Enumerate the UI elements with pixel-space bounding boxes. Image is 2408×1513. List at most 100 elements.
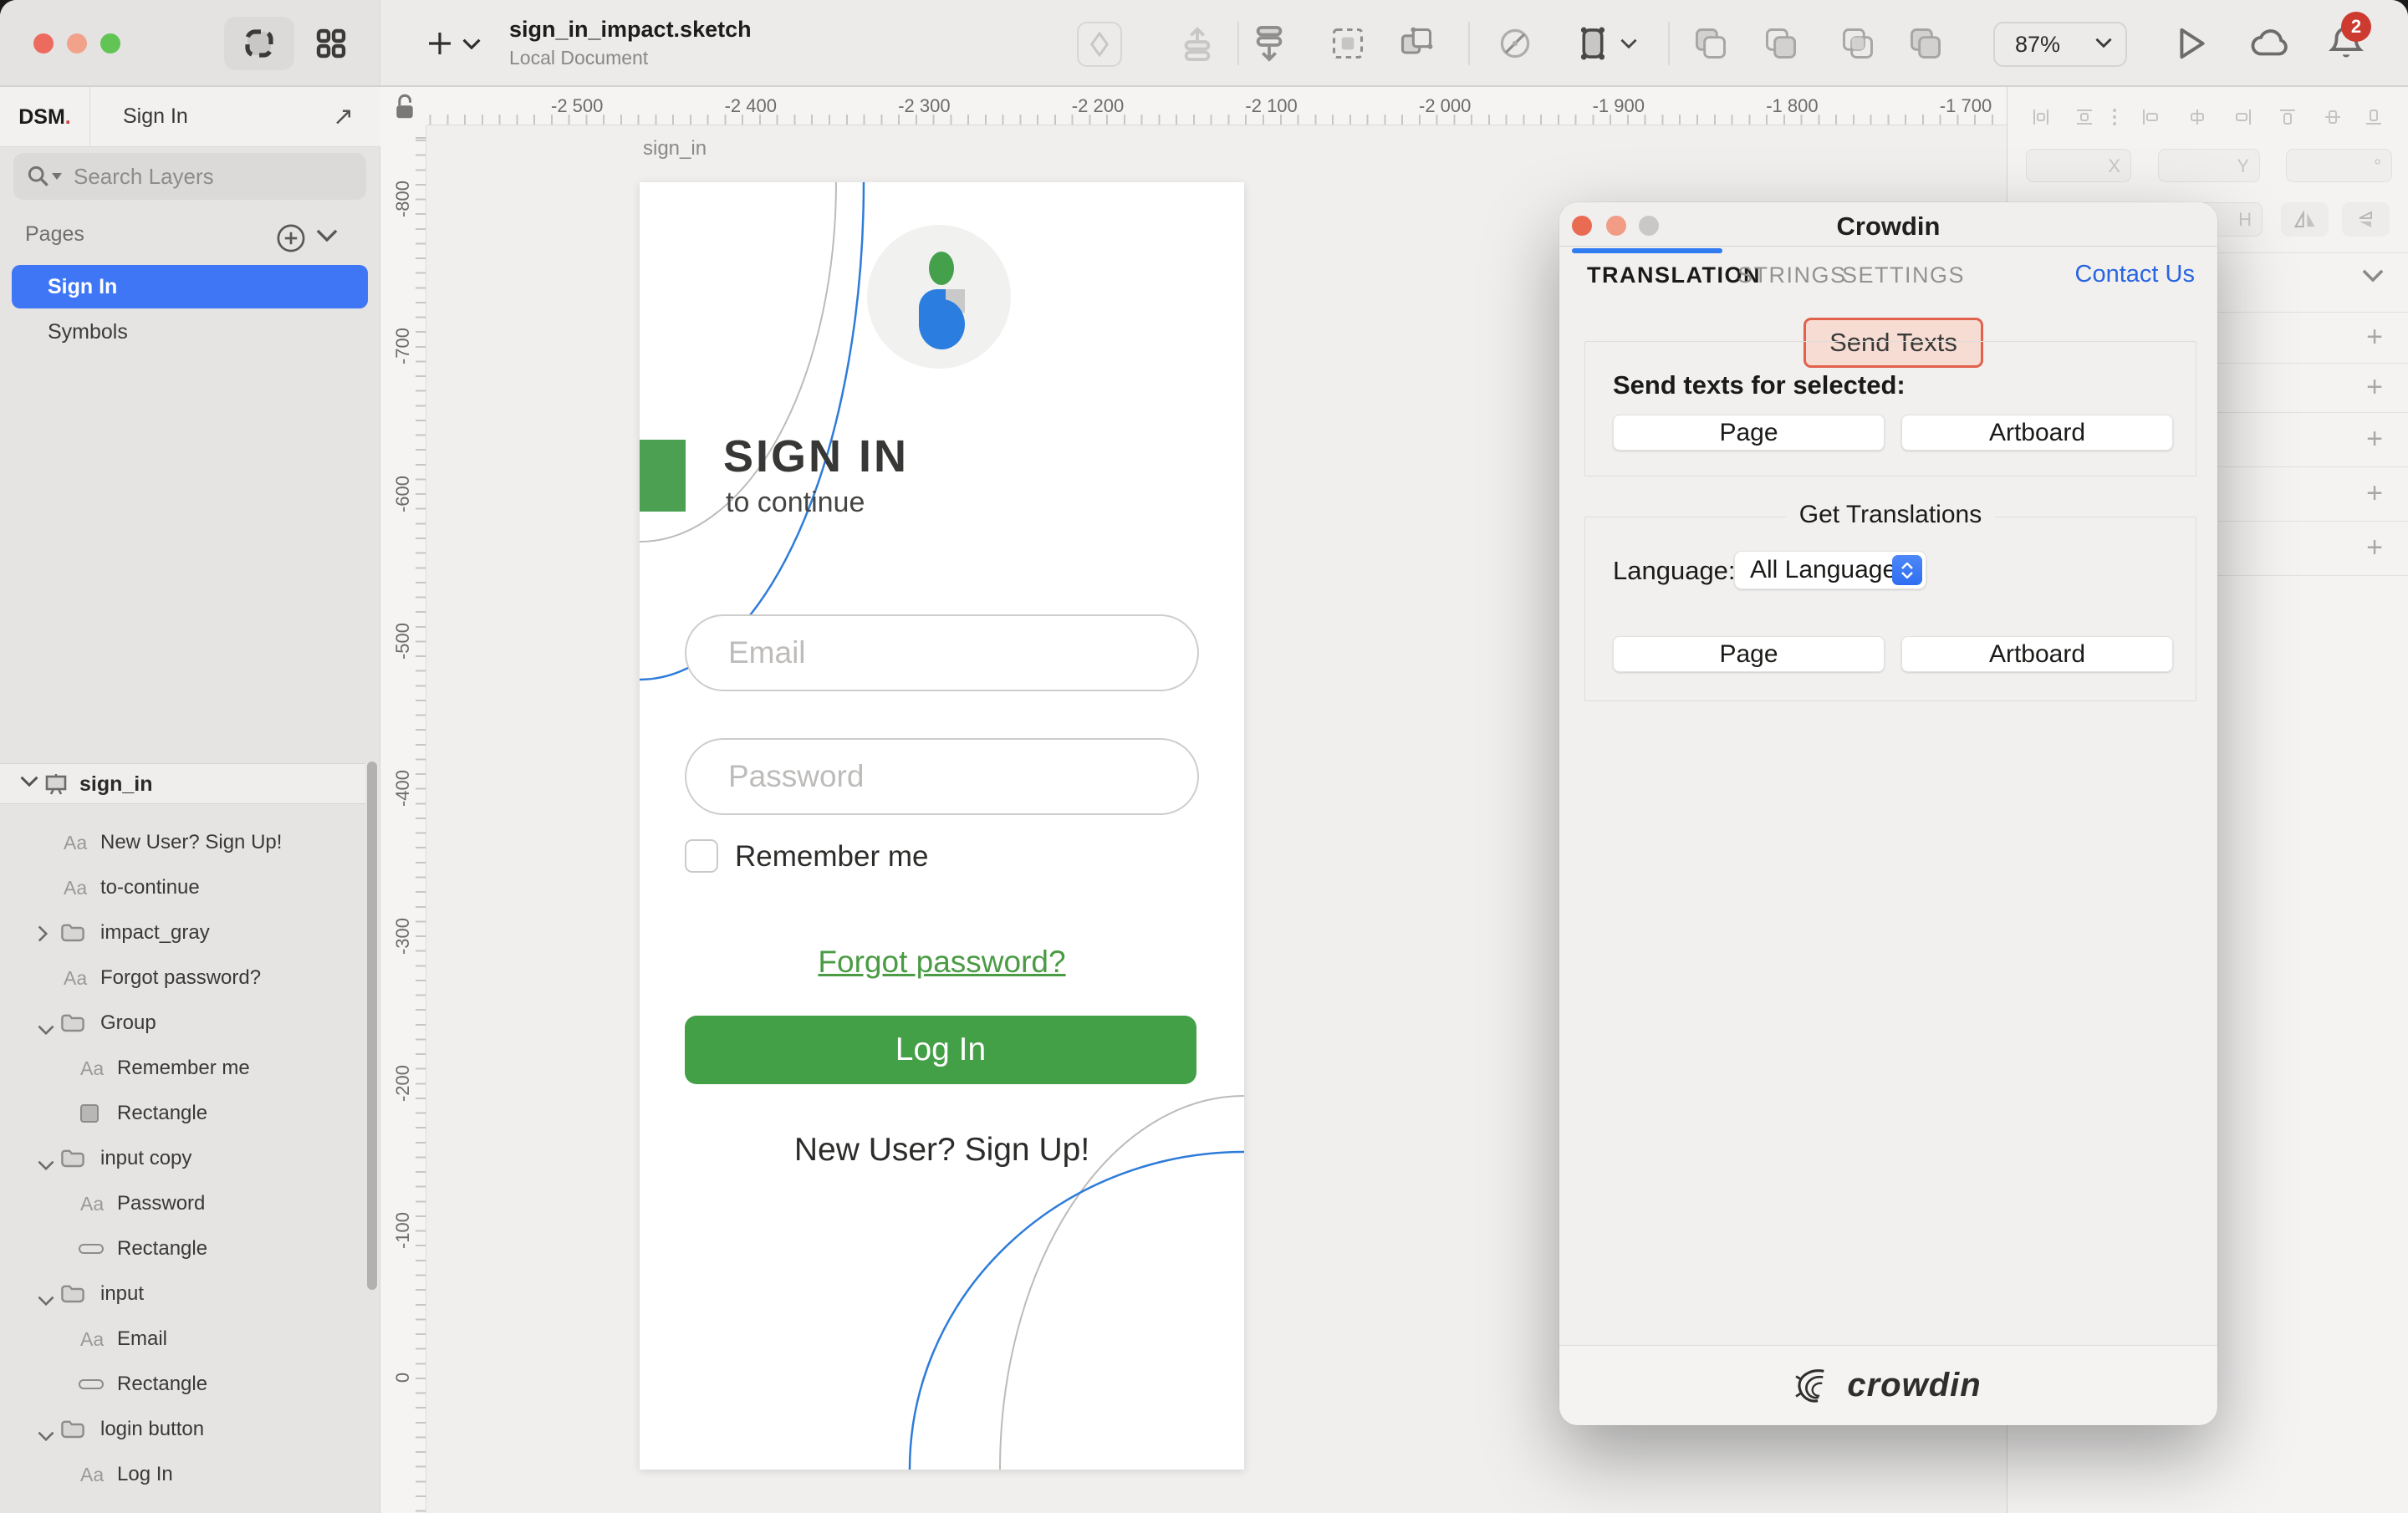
chevron-down-icon[interactable] xyxy=(38,1153,54,1176)
edit-shape-chevron[interactable] xyxy=(1612,20,1645,67)
create-symbol-button[interactable] xyxy=(1077,22,1122,67)
minimize-button[interactable] xyxy=(67,33,87,53)
layer-row[interactable]: Rectangle xyxy=(0,1226,365,1271)
boolean-difference-button[interactable] xyxy=(1902,20,1949,67)
artboard-title-label[interactable]: sign_in xyxy=(643,137,707,160)
distribute-vertically-icon[interactable] xyxy=(2075,108,2094,130)
add-fill-button[interactable]: + xyxy=(2362,371,2387,404)
layer-row[interactable]: input copy xyxy=(0,1136,365,1181)
layer-root-label: sign_in xyxy=(79,772,153,797)
distribute-horizontally-icon[interactable] xyxy=(2032,108,2050,130)
align-right-icon[interactable] xyxy=(2234,108,2252,130)
logo-blue-drop[interactable] xyxy=(919,299,965,349)
tab-strings[interactable]: STRINGS xyxy=(1737,262,1847,288)
sidebar-page-item[interactable]: Symbols xyxy=(12,310,368,354)
layer-row[interactable]: AaEmail xyxy=(0,1317,365,1362)
pages-collapse-chevron[interactable] xyxy=(316,229,338,246)
zoom-level-select[interactable]: 87% xyxy=(1993,22,2127,67)
sidebar-page-item[interactable]: Sign In xyxy=(12,265,368,308)
insert-layer-button[interactable] xyxy=(1246,20,1293,67)
layer-row[interactable]: AaPassword xyxy=(0,1181,365,1226)
send-artboard-button[interactable]: Artboard xyxy=(1901,415,2173,451)
x-position-field[interactable]: X xyxy=(2026,149,2131,182)
layer-row[interactable]: Group xyxy=(0,1001,365,1046)
tab-sign-in[interactable]: Sign In xyxy=(123,104,188,129)
green-accent-rectangle[interactable] xyxy=(640,440,686,512)
flip-horizontal-button[interactable] xyxy=(2281,202,2329,237)
boolean-union-button[interactable] xyxy=(1687,20,1734,67)
cloud-sync-button[interactable] xyxy=(2247,20,2294,67)
get-artboard-button[interactable]: Artboard xyxy=(1901,636,2173,672)
text-layer-icon: Aa xyxy=(64,877,87,899)
layer-row[interactable]: AaLog In xyxy=(0,1452,365,1497)
export-button[interactable] xyxy=(1174,20,1221,67)
zoom-button[interactable] xyxy=(100,33,120,53)
group-button[interactable] xyxy=(1324,20,1371,67)
grid-view-toggle[interactable] xyxy=(308,20,355,67)
flip-vertical-button[interactable] xyxy=(2342,202,2390,237)
layer-row[interactable]: Aato-continue xyxy=(0,865,365,910)
forgot-password-link[interactable]: Forgot password? xyxy=(640,945,1244,980)
contact-us-link[interactable]: Contact Us xyxy=(2075,261,2195,288)
sign-up-text[interactable]: New User? Sign Up! xyxy=(640,1132,1244,1169)
layer-row[interactable]: Rectangle xyxy=(0,1362,365,1407)
layer-label: Remember me xyxy=(117,1057,250,1080)
section-collapse-chevron[interactable] xyxy=(2362,269,2384,286)
layer-row[interactable]: AaForgot password? xyxy=(0,955,365,1001)
close-button[interactable] xyxy=(33,33,54,53)
language-select[interactable]: All Languages xyxy=(1734,551,1926,589)
add-style-button[interactable]: + xyxy=(2362,321,2387,354)
get-page-button[interactable]: Page xyxy=(1613,636,1885,672)
remember-me-checkbox[interactable] xyxy=(685,839,718,873)
align-left-icon[interactable] xyxy=(2141,108,2160,130)
boolean-intersect-button[interactable] xyxy=(1834,20,1881,67)
send-page-button[interactable]: Page xyxy=(1613,415,1885,451)
align-center-horizontal-icon[interactable] xyxy=(2188,108,2206,130)
layer-row[interactable]: impact_gray xyxy=(0,910,365,955)
align-middle-vertical-icon[interactable] xyxy=(2324,108,2342,130)
search-input[interactable]: Search Layers xyxy=(13,153,366,200)
edit-shape-button[interactable] xyxy=(1569,20,1616,67)
email-field[interactable]: Email xyxy=(685,614,1199,691)
layer-row[interactable]: Rectangle xyxy=(0,1091,365,1136)
add-blur-button[interactable]: + xyxy=(2362,532,2387,564)
insert-dropdown-chevron[interactable] xyxy=(455,20,488,67)
layer-row[interactable]: login button xyxy=(0,1407,365,1452)
layer-row[interactable]: AaNew User? Sign Up! xyxy=(0,820,365,865)
ruler-label: -700 xyxy=(392,313,414,380)
artboard-sign-in[interactable]: SIGN IN to continue Email Password Remem… xyxy=(640,182,1244,1470)
popout-arrow-icon[interactable]: ↗ xyxy=(333,102,354,131)
layer-row[interactable]: AaRemember me xyxy=(0,1046,365,1091)
preview-button[interactable] xyxy=(2169,20,2216,67)
layer-group-sign-in[interactable]: sign_in xyxy=(0,763,365,804)
rotate-button[interactable] xyxy=(1492,20,1538,67)
chevron-right-icon[interactable] xyxy=(38,925,48,948)
add-border-button[interactable]: + xyxy=(2362,423,2387,456)
tab-dsm[interactable]: DSM. xyxy=(0,87,90,147)
rotation-field[interactable]: ° xyxy=(2286,149,2392,182)
add-shadow-button[interactable]: + xyxy=(2362,477,2387,510)
log-in-button[interactable]: Log In xyxy=(685,1016,1196,1084)
layer-label: Rectangle xyxy=(117,1102,207,1125)
tab-settings[interactable]: SETTINGS xyxy=(1842,262,1965,288)
artboard-heading[interactable]: SIGN IN xyxy=(723,430,909,482)
lock-open-icon[interactable] xyxy=(392,92,417,122)
boolean-subtract-button[interactable] xyxy=(1758,20,1804,67)
more-options-icon[interactable] xyxy=(2111,108,2118,130)
chevron-down-icon[interactable] xyxy=(38,1288,54,1312)
align-bottom-icon[interactable] xyxy=(2365,108,2383,130)
password-field[interactable]: Password xyxy=(685,738,1199,815)
chevron-down-icon[interactable] xyxy=(38,1017,54,1041)
crowdin-window[interactable]: Crowdin TRANSLATION STRINGS SETTINGS Con… xyxy=(1559,202,2217,1425)
add-page-button[interactable] xyxy=(276,223,306,257)
tab-translation[interactable]: TRANSLATION xyxy=(1587,262,1761,288)
ungroup-button[interactable] xyxy=(1393,20,1440,67)
align-top-icon[interactable] xyxy=(2278,108,2297,130)
sidebar-scrollbar[interactable] xyxy=(367,762,377,1290)
layer-row[interactable]: input xyxy=(0,1271,365,1317)
chevron-down-icon[interactable] xyxy=(38,1424,54,1447)
layer-list-toggle[interactable] xyxy=(224,17,294,70)
artboard-subheading[interactable]: to continue xyxy=(726,487,865,519)
y-position-field[interactable]: Y xyxy=(2158,149,2260,182)
logo-green-dot[interactable] xyxy=(929,252,954,285)
